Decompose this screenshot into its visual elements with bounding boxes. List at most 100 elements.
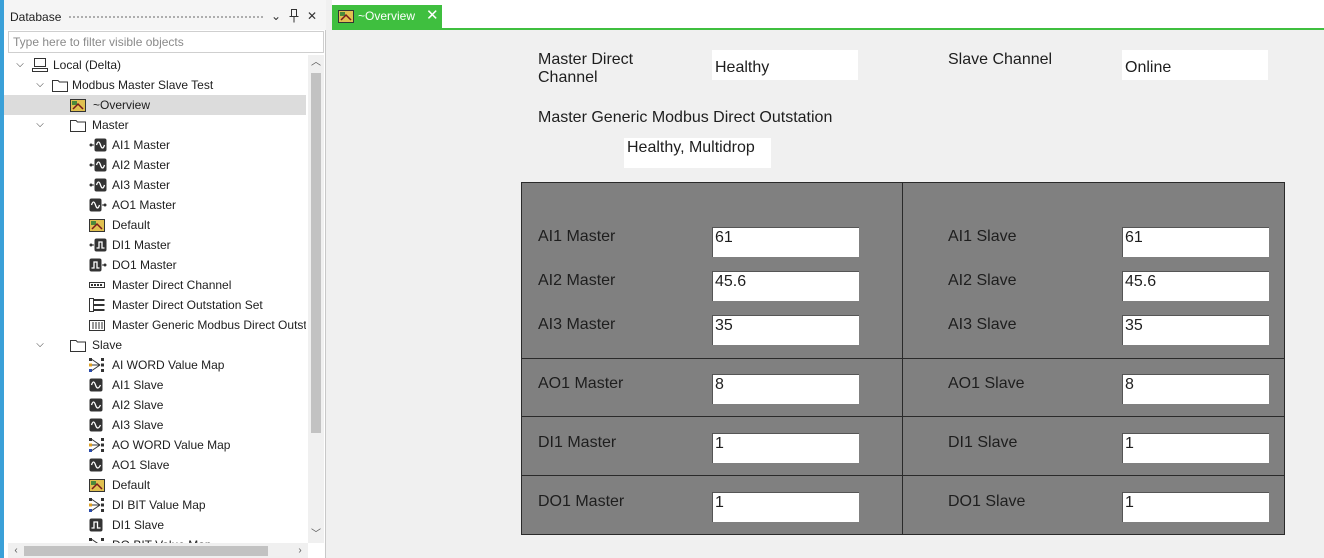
slave-channel-status: Online: [1122, 50, 1268, 80]
point-value-text: 1: [1125, 435, 1134, 452]
database-panel: Database ⌄ ✕ ⌵ Local (Delta) ⌵ Modbus Maste…: [4, 0, 326, 558]
master-point-value: 8: [712, 374, 859, 404]
expander-chevron-icon[interactable]: ⌵: [34, 75, 46, 95]
tree-item-label: DO BIT Value Map: [112, 535, 212, 543]
horizontal-scrollbar[interactable]: ‹ ›: [8, 543, 308, 558]
tree-item[interactable]: AI2 Slave: [4, 395, 306, 415]
tree-item[interactable]: AI3 Slave: [4, 415, 306, 435]
tree-item-label: Master: [92, 118, 129, 132]
mimic-icon: [89, 218, 105, 232]
expander-chevron-icon[interactable]: ⌵: [14, 55, 26, 75]
expander-chevron-icon[interactable]: ⌵: [34, 115, 46, 135]
tree-item-label: Slave: [92, 338, 123, 352]
tree-item-label: AI2 Slave: [112, 398, 164, 412]
tree-item-label: AI3 Master: [112, 178, 171, 192]
grid-divider: [522, 358, 1284, 359]
grid-divider: [522, 416, 1284, 417]
tree-item[interactable]: Default: [4, 215, 306, 235]
tree-item-label: Master Direct Channel: [112, 278, 232, 292]
slave-point-value: 35: [1122, 315, 1269, 345]
tree-item[interactable]: Master Direct Outstation Set: [4, 295, 306, 315]
digital-input-point-icon: [89, 238, 107, 252]
close-icon[interactable]: ✕: [304, 7, 320, 25]
tree-item[interactable]: AO1 Master: [4, 195, 306, 215]
tree-item[interactable]: DI1 Master: [4, 235, 306, 255]
tree-item[interactable]: Master Direct Channel: [4, 275, 306, 295]
panel-drag-grip[interactable]: [68, 15, 264, 20]
scrollbar-thumb[interactable]: [311, 73, 321, 433]
master-point-value: 1: [712, 433, 859, 463]
grid-divider: [522, 475, 1284, 476]
channel-icon: [89, 278, 105, 292]
status-value: Healthy: [715, 59, 770, 76]
analog-input-point-icon: [89, 138, 107, 152]
status-value: Healthy, Multidrop: [627, 139, 755, 156]
tree-item-label: DI1 Master: [112, 238, 171, 252]
slave-point-label: DO1 Slave: [948, 493, 1026, 510]
tree-item[interactable]: DO BIT Value Map: [4, 535, 306, 543]
tree-item-label: Default: [112, 218, 151, 232]
tree-item-label: AI2 Master: [112, 158, 171, 172]
master-point-label: AO1 Master: [538, 375, 624, 392]
point-value-text: 8: [715, 376, 724, 393]
master-channel-status: Healthy: [712, 50, 858, 80]
digital-output-point-icon: [89, 258, 107, 272]
scroll-down-icon[interactable]: ﹀: [308, 527, 324, 543]
filter-input[interactable]: [8, 31, 324, 53]
master-point-value: 1: [712, 492, 859, 522]
expander-chevron-icon[interactable]: ⌵: [34, 335, 46, 355]
scroll-right-icon[interactable]: ›: [292, 543, 308, 558]
analog-point-icon: [89, 398, 105, 412]
tree-item-label: AI3 Slave: [112, 418, 164, 432]
tree-item[interactable]: ⌵ Local (Delta): [4, 55, 306, 75]
tree-item-label: Local (Delta): [53, 58, 122, 72]
slave-point-value: 61: [1122, 227, 1269, 257]
tree-item[interactable]: Master Generic Modbus Direct Outstation: [4, 315, 306, 335]
tree-item[interactable]: DI1 Slave: [4, 515, 306, 535]
tab-close-icon[interactable]: ✕: [426, 6, 439, 24]
vertical-scrollbar[interactable]: ︿ ﹀: [308, 55, 324, 543]
tree-item[interactable]: DO1 Master: [4, 255, 306, 275]
tree-item[interactable]: AI2 Master: [4, 155, 306, 175]
tree-item-label: AI1 Slave: [112, 378, 164, 392]
master-point-label: AI3 Master: [538, 316, 616, 333]
scroll-up-icon[interactable]: ︿: [308, 55, 324, 71]
point-value-text: 45.6: [715, 273, 747, 290]
tree-item[interactable]: AI WORD Value Map: [4, 355, 306, 375]
analog-input-point-icon: [89, 158, 107, 172]
tree-item[interactable]: Default: [4, 475, 306, 495]
tree-item[interactable]: ~Overview: [4, 95, 306, 115]
point-value-text: 35: [715, 317, 733, 334]
scrollbar-thumb[interactable]: [24, 546, 268, 556]
folder-icon: [52, 78, 68, 92]
tree-item[interactable]: AI1 Master: [4, 135, 306, 155]
tree-item[interactable]: ⌵ Master: [4, 115, 306, 135]
tree-item[interactable]: ⌵ Slave: [4, 335, 306, 355]
pin-icon[interactable]: [286, 7, 302, 25]
master-point-value: 35: [712, 315, 859, 345]
tree-item[interactable]: DI BIT Value Map: [4, 495, 306, 515]
chevron-down-icon[interactable]: ⌄: [268, 7, 284, 25]
tree-item[interactable]: ⌵ Modbus Master Slave Test: [4, 75, 306, 95]
database-panel-header: Database ⌄ ✕: [4, 0, 326, 30]
tree-item[interactable]: AO1 Slave: [4, 455, 306, 475]
master-point-label: AI1 Master: [538, 228, 616, 245]
tab-overview[interactable]: ~Overview ✕: [332, 5, 442, 28]
tab-strip: ~Overview ✕: [332, 0, 1324, 30]
panel-title: Database: [10, 10, 62, 24]
slave-point-value: 1: [1122, 492, 1269, 522]
tree-item[interactable]: AI3 Master: [4, 175, 306, 195]
tree-item[interactable]: AI1 Slave: [4, 375, 306, 395]
folder-icon: [70, 338, 86, 352]
master-point-label: DO1 Master: [538, 493, 625, 510]
digital-point-icon: [89, 518, 105, 532]
slave-point-label: AI2 Slave: [948, 272, 1017, 289]
point-value-text: 45.6: [1125, 273, 1157, 290]
scroll-left-icon[interactable]: ‹: [8, 543, 24, 558]
tree-item[interactable]: AO WORD Value Map: [4, 435, 306, 455]
folder-icon: [70, 118, 86, 132]
points-grid: AI1 Master 61 AI1 Slave 61 AI2 Master 45.6 AI2…: [521, 182, 1285, 535]
value-map-icon: [89, 438, 105, 452]
master-channel-label: Master Direct Channel: [538, 51, 634, 86]
mimic-icon: [338, 10, 354, 23]
